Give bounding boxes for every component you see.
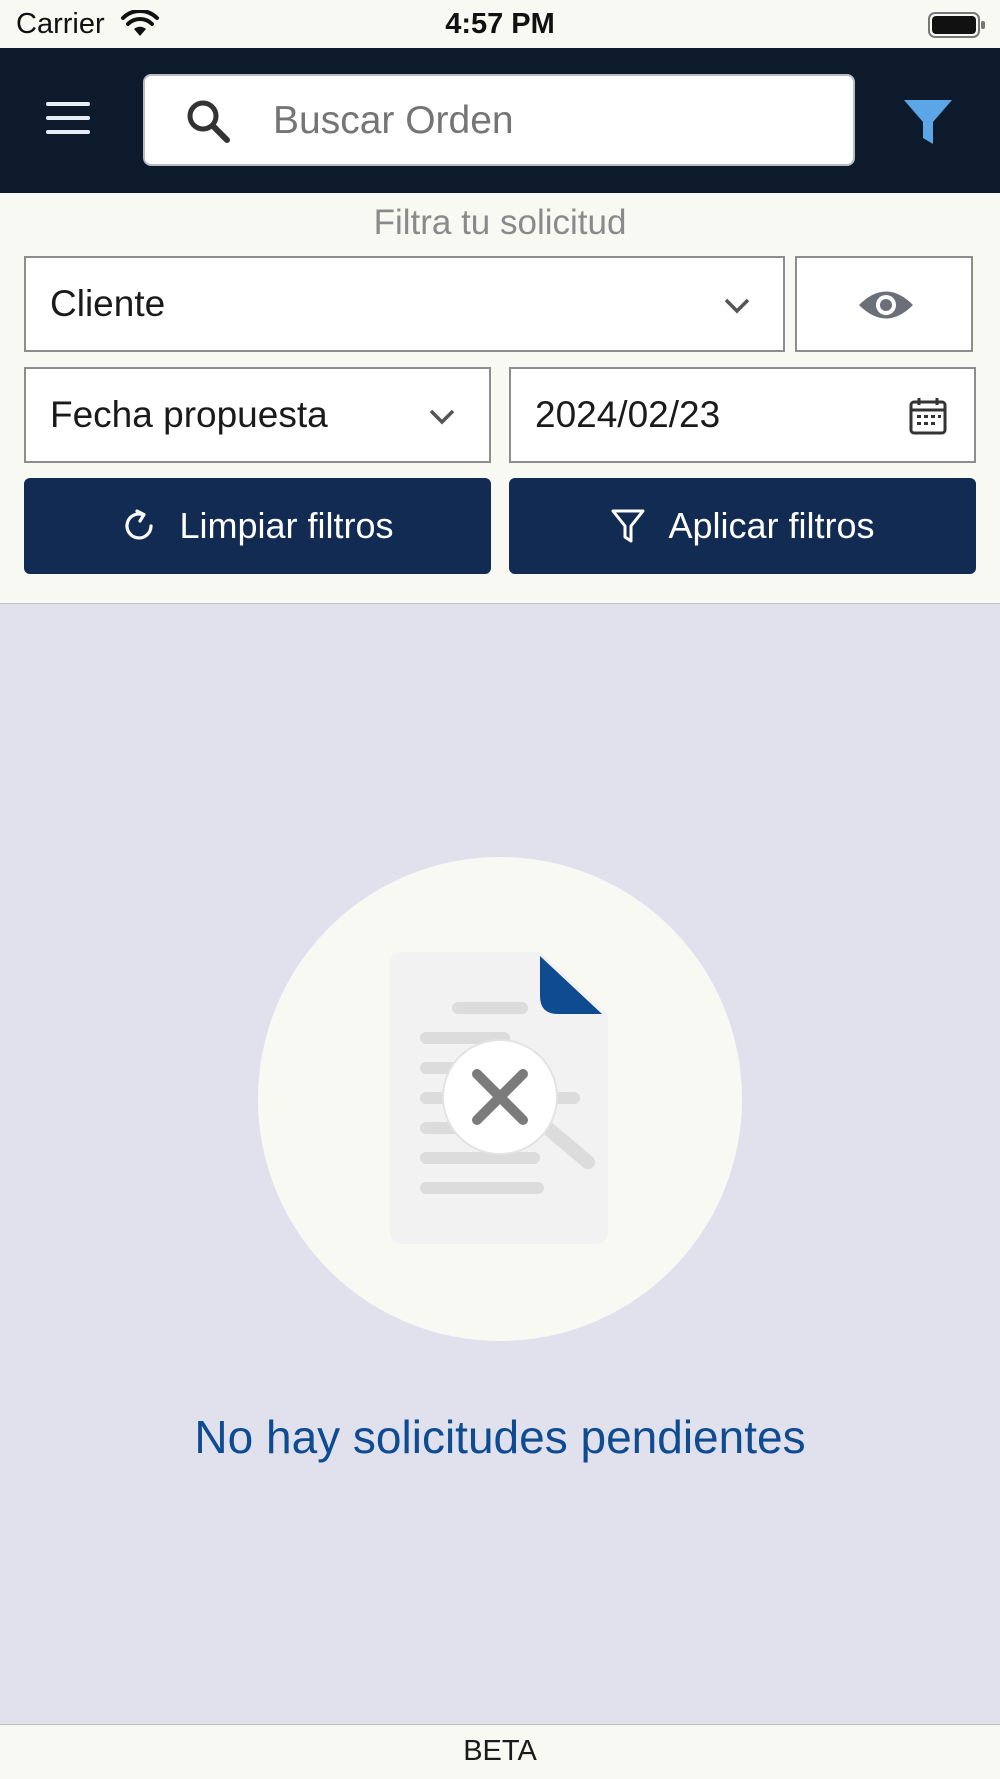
chevron-down-icon <box>724 298 750 314</box>
apply-filters-label: Aplicar filtros <box>668 505 875 546</box>
document-not-found-icon <box>390 952 608 1244</box>
chevron-down-icon <box>429 409 455 425</box>
clear-filters-button[interactable]: Limpiar filtros <box>24 478 491 574</box>
hamburger-menu-icon[interactable] <box>38 98 98 142</box>
filter-icon[interactable] <box>900 96 956 148</box>
filter-panel-title: Filtra tu solicitud <box>373 203 627 242</box>
search-icon <box>187 100 230 143</box>
status-bar: Carrier 4:57 PM <box>0 0 1000 48</box>
beta-footer: BETA <box>0 1724 1000 1779</box>
battery-icon <box>928 12 985 38</box>
empty-state-message: No hay solicitudes pendientes <box>194 1411 806 1463</box>
date-type-select[interactable]: Fecha propuesta <box>24 367 491 463</box>
visibility-toggle-button[interactable] <box>795 256 973 352</box>
client-select-value: Cliente <box>50 283 166 324</box>
clock: 4:57 PM <box>445 8 555 40</box>
clear-filters-label: Limpiar filtros <box>179 505 394 546</box>
app-header <box>0 48 1000 193</box>
filter-icon <box>611 509 645 543</box>
calendar-icon[interactable] <box>909 397 947 435</box>
search-input[interactable] <box>271 92 835 150</box>
search-box <box>143 74 855 166</box>
eye-icon <box>859 291 913 319</box>
refresh-icon <box>125 509 154 540</box>
date-field-value: 2024/02/23 <box>535 394 721 435</box>
date-field[interactable]: 2024/02/23 <box>509 367 976 463</box>
apply-filters-button[interactable]: Aplicar filtros <box>509 478 976 574</box>
date-type-select-value: Fecha propuesta <box>50 394 328 435</box>
client-select[interactable]: Cliente <box>24 256 785 352</box>
filter-panel: Filtra tu solicitud Cliente Fecha propue… <box>0 193 1000 604</box>
